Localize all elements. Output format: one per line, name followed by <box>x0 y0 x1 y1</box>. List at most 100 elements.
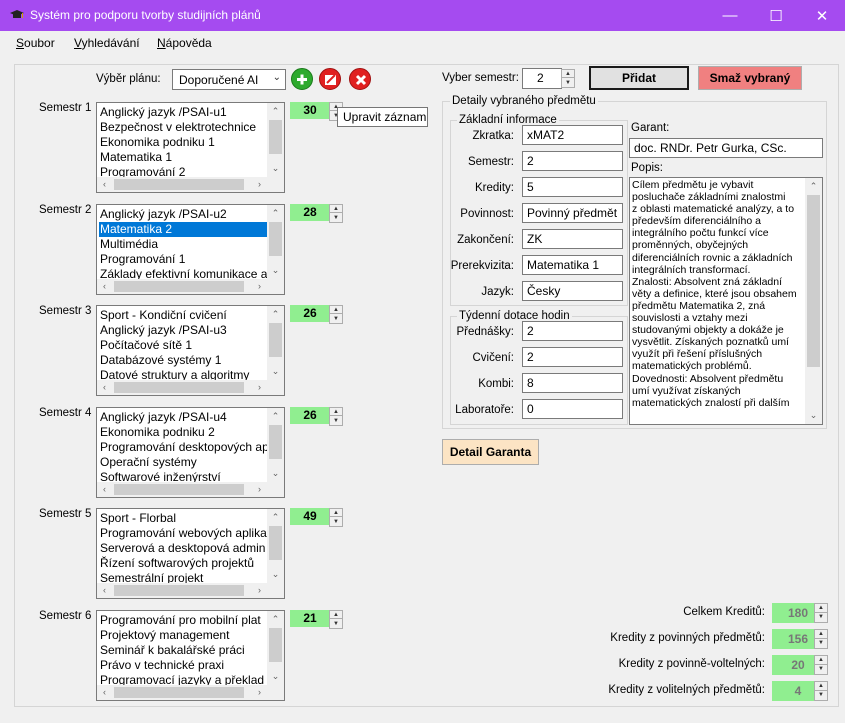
list-item[interactable]: Programování pro mobilní plat <box>99 613 267 628</box>
semester-spinner[interactable]: ▲ ▼ <box>561 69 575 88</box>
chevron-up-icon[interactable]: ⌃ <box>267 306 284 323</box>
spin-up-icon[interactable]: ▲ <box>330 611 342 619</box>
credits-spinner[interactable]: ▲ ▼ <box>329 610 343 629</box>
spin-up-icon[interactable]: ▲ <box>330 509 342 517</box>
spin-up-icon[interactable]: ▲ <box>562 70 574 78</box>
semester-number-input[interactable]: 2 <box>522 68 562 89</box>
chevron-left-icon[interactable]: ‹ <box>97 279 112 294</box>
scroll-thumb[interactable] <box>114 484 244 495</box>
spin-up-icon[interactable]: ▲ <box>815 604 827 613</box>
spin-down-icon[interactable]: ▼ <box>562 79 574 87</box>
spin-down-icon[interactable]: ▼ <box>815 691 827 700</box>
edit-plan-button[interactable] <box>319 68 341 90</box>
spin-up-icon[interactable]: ▲ <box>815 656 827 665</box>
list-item[interactable]: Anglický jazyk /PSAI-u1 <box>99 105 267 120</box>
add-plan-button[interactable] <box>291 68 313 90</box>
total-spinner[interactable]: ▲ ▼ <box>814 603 828 623</box>
detail-garanta-button[interactable]: Detail Garanta <box>442 439 539 465</box>
credits-spinner[interactable]: ▲ ▼ <box>329 508 343 527</box>
field-value[interactable]: 5 <box>522 177 623 197</box>
listbox-hscroll[interactable]: ‹ › <box>97 482 269 497</box>
semester-listbox[interactable]: Anglický jazyk /PSAI-u2 Matematika 2 Multi… <box>96 204 285 295</box>
listbox-vscroll[interactable]: ⌃ ⌄ <box>267 306 284 380</box>
minimize-button[interactable]: — <box>707 0 753 31</box>
scroll-thumb[interactable] <box>269 628 282 662</box>
chevron-down-icon[interactable]: ⌄ <box>805 407 822 424</box>
hours-value[interactable]: 2 <box>522 347 623 367</box>
list-item[interactable]: Anglický jazyk /PSAI-u3 <box>99 323 267 338</box>
garant-field[interactable]: doc. RNDr. Petr Gurka, CSc. <box>629 138 823 158</box>
list-item[interactable]: Programování desktopových ap <box>99 440 267 455</box>
spin-down-icon[interactable]: ▼ <box>330 518 342 526</box>
list-item[interactable]: Matematika 1 <box>99 150 267 165</box>
chevron-right-icon[interactable]: › <box>252 685 267 700</box>
list-item[interactable]: Seminář k bakalářské práci <box>99 643 267 658</box>
list-item[interactable]: Počítačové sítě 1 <box>99 338 267 353</box>
semester-listbox[interactable]: Sport - Kondiční cvičení Anglický jazyk /… <box>96 305 285 396</box>
plan-select[interactable]: Doporučené AI ⌄ <box>172 69 286 90</box>
list-item[interactable]: Sport - Florbal <box>99 511 267 526</box>
list-item[interactable]: Ekonomika podniku 2 <box>99 425 267 440</box>
listbox-hscroll[interactable]: ‹ › <box>97 177 269 192</box>
spin-down-icon[interactable]: ▼ <box>330 315 342 323</box>
spin-up-icon[interactable]: ▲ <box>330 306 342 314</box>
scroll-thumb[interactable] <box>807 195 820 367</box>
list-item[interactable]: Programování 1 <box>99 252 267 267</box>
list-item[interactable]: Řízení softwarových projektů <box>99 556 267 571</box>
add-subject-button[interactable]: Přidat <box>589 66 689 90</box>
scroll-thumb[interactable] <box>269 222 282 256</box>
credits-spinner[interactable]: ▲ ▼ <box>329 204 343 223</box>
list-item[interactable]: Projektový management <box>99 628 267 643</box>
listbox-vscroll[interactable]: ⌃ ⌄ <box>267 103 284 177</box>
field-value[interactable]: Matematika 1 <box>522 255 623 275</box>
field-value[interactable]: Česky <box>522 281 623 301</box>
credits-spinner[interactable]: ▲ ▼ <box>329 407 343 426</box>
list-item[interactable]: Bezpečnost v elektrotechnice <box>99 120 267 135</box>
scroll-thumb[interactable] <box>114 281 244 292</box>
chevron-right-icon[interactable]: › <box>252 482 267 497</box>
list-item[interactable]: Anglický jazyk /PSAI-u4 <box>99 410 267 425</box>
chevron-up-icon[interactable]: ⌃ <box>267 103 284 120</box>
description-scrollbar[interactable]: ⌃ ⌄ <box>805 178 822 424</box>
list-item[interactable]: Programování webových aplika <box>99 526 267 541</box>
list-item[interactable]: Multimédia <box>99 237 267 252</box>
spin-down-icon[interactable]: ▼ <box>815 665 827 674</box>
spin-up-icon[interactable]: ▲ <box>815 630 827 639</box>
chevron-up-icon[interactable]: ⌃ <box>805 178 822 195</box>
listbox-hscroll[interactable]: ‹ › <box>97 583 269 598</box>
listbox-vscroll[interactable]: ⌃ ⌄ <box>267 611 284 685</box>
chevron-right-icon[interactable]: › <box>252 279 267 294</box>
list-item[interactable]: Anglický jazyk /PSAI-u2 <box>99 207 267 222</box>
menu-napoveda[interactable]: Nápověda <box>157 36 212 50</box>
spin-down-icon[interactable]: ▼ <box>815 639 827 648</box>
delete-selected-button[interactable]: Smaž vybraný <box>698 66 802 90</box>
listbox-hscroll[interactable]: ‹ › <box>97 279 269 294</box>
description-textarea[interactable]: Cílem předmětu je vybavit posluchače zákl… <box>629 177 823 425</box>
scroll-thumb[interactable] <box>114 382 244 393</box>
list-item[interactable]: Matematika 2 <box>99 222 267 237</box>
chevron-up-icon[interactable]: ⌃ <box>267 205 284 222</box>
chevron-left-icon[interactable]: ‹ <box>97 583 112 598</box>
scroll-thumb[interactable] <box>114 687 244 698</box>
scroll-thumb[interactable] <box>114 585 244 596</box>
listbox-hscroll[interactable]: ‹ › <box>97 685 269 700</box>
list-item[interactable]: Ekonomika podniku 1 <box>99 135 267 150</box>
field-value[interactable]: Povinný předmět <box>522 203 623 223</box>
hours-value[interactable]: 0 <box>522 399 623 419</box>
scroll-thumb[interactable] <box>269 120 282 154</box>
chevron-left-icon[interactable]: ‹ <box>97 380 112 395</box>
delete-plan-button[interactable] <box>349 68 371 90</box>
credits-spinner[interactable]: ▲ ▼ <box>329 305 343 324</box>
chevron-up-icon[interactable]: ⌃ <box>267 509 284 526</box>
scroll-thumb[interactable] <box>269 323 282 357</box>
list-item[interactable]: Právo v technické praxi <box>99 658 267 673</box>
list-item[interactable]: Sport - Kondiční cvičení <box>99 308 267 323</box>
spin-up-icon[interactable]: ▲ <box>330 408 342 416</box>
chevron-left-icon[interactable]: ‹ <box>97 482 112 497</box>
total-spinner[interactable]: ▲ ▼ <box>814 629 828 649</box>
chevron-left-icon[interactable]: ‹ <box>97 177 112 192</box>
spin-down-icon[interactable]: ▼ <box>330 620 342 628</box>
listbox-hscroll[interactable]: ‹ › <box>97 380 269 395</box>
spin-down-icon[interactable]: ▼ <box>330 214 342 222</box>
field-value[interactable]: 2 <box>522 151 623 171</box>
